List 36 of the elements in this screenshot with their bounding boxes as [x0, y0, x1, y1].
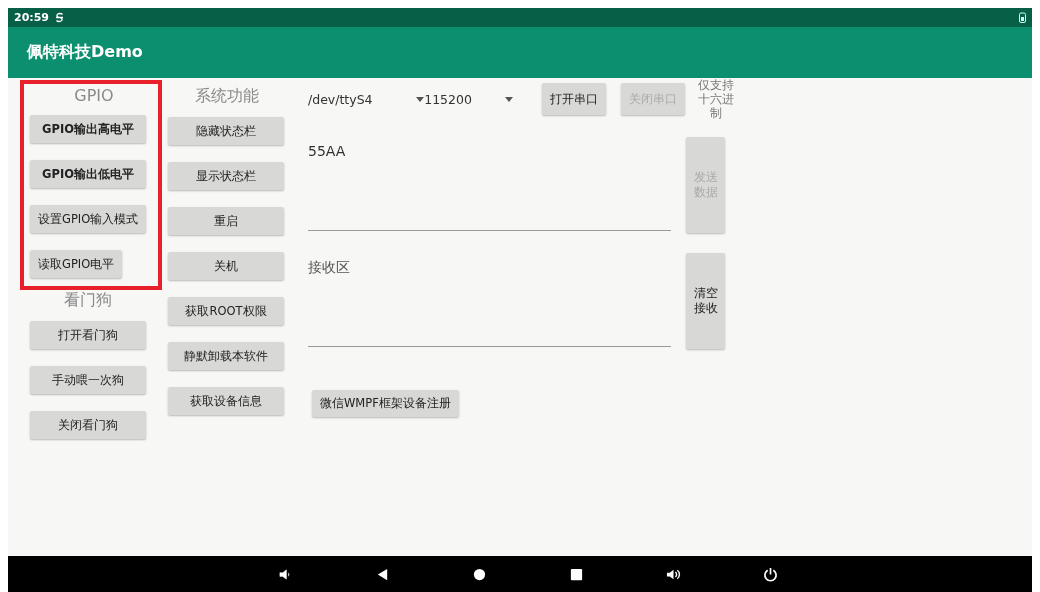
clear-button[interactable]: 清空接收 [686, 253, 725, 349]
battery-icon [1019, 12, 1026, 23]
notification-icon [55, 12, 64, 23]
system-button[interactable]: 关机 [168, 252, 284, 280]
dropdown-caret-icon [416, 96, 425, 102]
back-icon[interactable] [375, 566, 390, 582]
section-title: 系统功能 [193, 86, 260, 107]
hint-text: 仅支持十六进制 [697, 78, 736, 120]
dropdown-caret-icon [504, 96, 513, 102]
gpio-button[interactable]: GPIO输出低电平 [30, 160, 146, 188]
port-dropdown[interactable]: /dev/ttyS4 [308, 91, 425, 107]
volume-down-icon[interactable] [278, 566, 293, 582]
recents-icon[interactable] [569, 566, 584, 582]
system-button[interactable]: 显示状态栏 [168, 162, 284, 190]
power-icon[interactable] [763, 566, 778, 582]
gpio-button[interactable]: 设置GPIO输入模式 [30, 205, 146, 233]
system-button[interactable]: 静默卸载本软件 [168, 342, 284, 370]
send-field[interactable]: 55AA [308, 137, 671, 231]
baud-dropdown[interactable]: 115200 [424, 91, 513, 107]
watchdog-button[interactable]: 打开看门狗 [30, 321, 146, 349]
home-icon[interactable] [472, 566, 487, 582]
watchdog-button[interactable]: 关闭看门狗 [30, 411, 146, 439]
watchdog-button[interactable]: 手动喂一次狗 [30, 366, 146, 394]
register-button[interactable]: 微信WMPF框架设备注册 [312, 390, 459, 417]
section-title: 看门狗 [63, 290, 113, 311]
section-title: GPIO [73, 86, 115, 105]
status-time: 20:59 [14, 11, 49, 24]
app-title: 佩特科技Demo [27, 42, 143, 63]
serial-button[interactable]: 打开串口 [541, 83, 606, 115]
gpio-button[interactable]: GPIO输出高电平 [30, 115, 146, 143]
system-button[interactable]: 获取设备信息 [168, 387, 284, 415]
system-button[interactable]: 重启 [168, 207, 284, 235]
system-button[interactable]: 获取ROOT权限 [168, 297, 284, 325]
receive-field[interactable]: 接收区 [308, 253, 671, 347]
system-button[interactable]: 隐藏状态栏 [168, 117, 284, 145]
gpio-button[interactable]: 读取GPIO电平 [30, 250, 123, 278]
